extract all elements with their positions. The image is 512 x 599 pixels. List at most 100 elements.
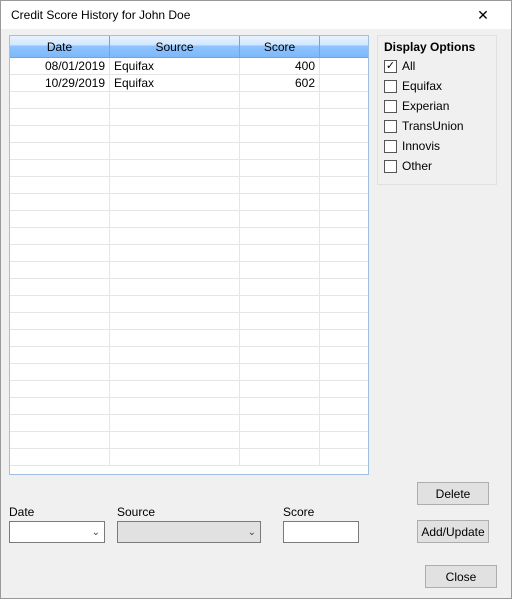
table-row[interactable] [10,194,368,211]
display-option-all[interactable]: All [384,56,490,76]
table-row[interactable] [10,92,368,109]
cell-score [240,364,320,380]
cell-source [110,330,240,346]
column-header-score[interactable]: Score [240,36,320,58]
cell-source [110,143,240,159]
cell-spacer [320,313,368,329]
table-row[interactable] [10,347,368,364]
table-row[interactable]: 10/29/2019Equifax602 [10,75,368,92]
table-row[interactable] [10,449,368,466]
checkbox-icon[interactable] [384,120,397,133]
source-combo[interactable]: ⌄ [117,521,261,543]
cell-date [10,143,110,159]
table-row[interactable] [10,109,368,126]
cell-score [240,296,320,312]
score-grid[interactable]: Date Source Score 08/01/2019Equifax40010… [9,35,369,475]
cell-date [10,330,110,346]
table-row[interactable] [10,177,368,194]
checkbox-icon[interactable] [384,100,397,113]
cell-date [10,398,110,414]
cell-source [110,211,240,227]
display-option-experian[interactable]: Experian [384,96,490,116]
table-row[interactable]: 08/01/2019Equifax400 [10,58,368,75]
table-row[interactable] [10,381,368,398]
table-row[interactable] [10,211,368,228]
checkbox-icon[interactable] [384,60,397,73]
cell-spacer [320,398,368,414]
checkbox-icon[interactable] [384,140,397,153]
cell-date [10,381,110,397]
cell-source [110,160,240,176]
titlebar: Credit Score History for John Doe ✕ [1,1,511,29]
display-option-other[interactable]: Other [384,156,490,176]
cell-source [110,381,240,397]
table-row[interactable] [10,160,368,177]
cell-date [10,262,110,278]
checkbox-icon[interactable] [384,160,397,173]
table-row[interactable] [10,279,368,296]
column-header-date[interactable]: Date [10,36,110,58]
table-row[interactable] [10,228,368,245]
cell-source [110,398,240,414]
display-option-label: All [402,59,415,73]
cell-source [110,194,240,210]
cell-score [240,109,320,125]
column-header-spacer [320,36,368,58]
add-update-button[interactable]: Add/Update [417,520,489,543]
cell-date [10,228,110,244]
table-row[interactable] [10,432,368,449]
cell-source [110,177,240,193]
table-row[interactable] [10,245,368,262]
cell-date [10,449,110,465]
cell-score [240,177,320,193]
cell-spacer [320,296,368,312]
checkbox-icon[interactable] [384,80,397,93]
close-icon[interactable]: ✕ [463,7,503,24]
table-row[interactable] [10,126,368,143]
display-option-transunion[interactable]: TransUnion [384,116,490,136]
table-row[interactable] [10,415,368,432]
cell-score: 400 [240,58,320,74]
cell-date [10,126,110,142]
cell-source [110,109,240,125]
cell-spacer [320,381,368,397]
cell-spacer [320,194,368,210]
cell-date [10,160,110,176]
table-row[interactable] [10,364,368,381]
cell-date [10,92,110,108]
cell-spacer [320,364,368,380]
display-option-equifax[interactable]: Equifax [384,76,490,96]
cell-score [240,279,320,295]
score-input[interactable] [283,521,359,543]
table-row[interactable] [10,262,368,279]
cell-date [10,432,110,448]
cell-source [110,347,240,363]
cell-date [10,296,110,312]
table-row[interactable] [10,330,368,347]
cell-spacer [320,58,368,74]
table-row[interactable] [10,296,368,313]
table-row[interactable] [10,398,368,415]
display-option-innovis[interactable]: Innovis [384,136,490,156]
cell-spacer [320,347,368,363]
date-combo[interactable]: ⌄ [9,521,105,543]
column-header-source[interactable]: Source [110,36,240,58]
cell-source [110,449,240,465]
cell-score [240,432,320,448]
cell-spacer [320,143,368,159]
cell-score [240,194,320,210]
cell-source [110,228,240,244]
cell-spacer [320,262,368,278]
cell-date [10,364,110,380]
delete-button[interactable]: Delete [417,482,489,505]
table-row[interactable] [10,143,368,160]
cell-source [110,364,240,380]
grid-body[interactable]: 08/01/2019Equifax40010/29/2019Equifax602 [10,58,368,474]
cell-score: 602 [240,75,320,91]
chevron-down-icon: ⌄ [248,527,256,538]
score-label: Score [283,505,314,519]
table-row[interactable] [10,313,368,330]
cell-spacer [320,279,368,295]
cell-date [10,415,110,431]
close-button[interactable]: Close [425,565,497,588]
